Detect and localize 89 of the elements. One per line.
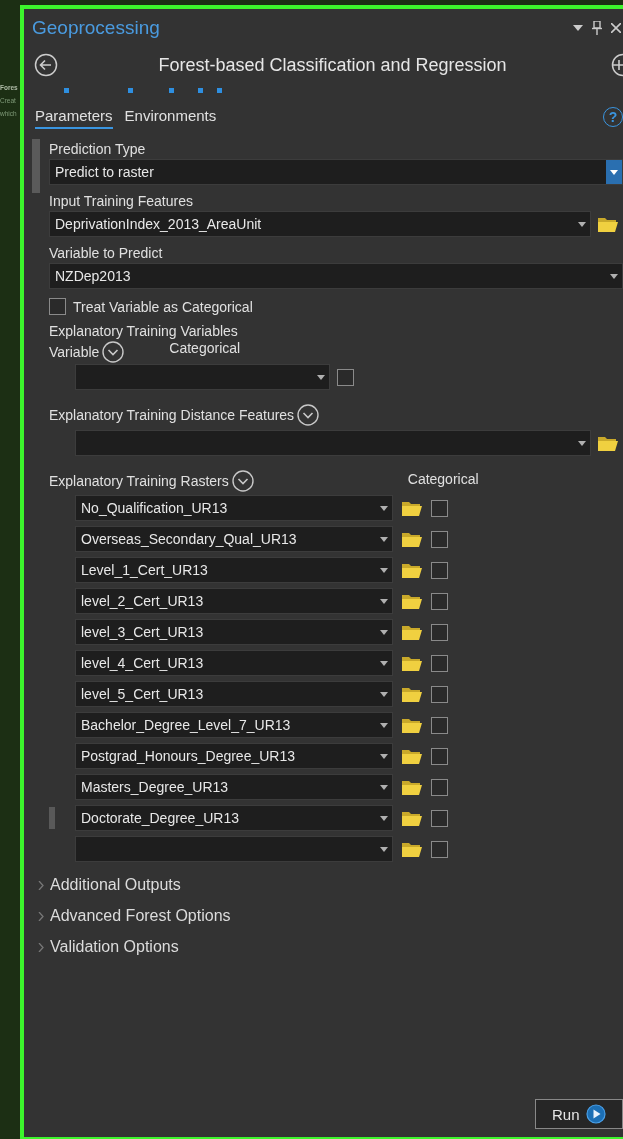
checkbox[interactable] [431, 623, 448, 641]
dropdown-field[interactable]: Masters_Degree_UR13 [75, 774, 393, 800]
checkbox-label: Treat Variable as Categorical [73, 298, 253, 315]
folder-icon[interactable] [401, 840, 423, 858]
parameter-label: Prediction Type [49, 140, 147, 157]
close-icon[interactable] [611, 23, 621, 33]
dropdown-field[interactable]: Postgrad_Honours_Degree_UR13 [75, 743, 393, 769]
folder-icon[interactable] [401, 685, 423, 703]
checkbox[interactable] [431, 840, 448, 858]
checkbox[interactable] [49, 298, 66, 315]
section-header[interactable]: Additional Outputs [50, 876, 181, 894]
caret-icon [380, 567, 388, 573]
caret-icon [380, 815, 388, 821]
caret-icon [380, 753, 388, 759]
checkbox[interactable] [431, 530, 448, 548]
tab[interactable]: Environments [124, 107, 217, 129]
dropdown-field[interactable]: level_4_Cert_UR13 [75, 650, 393, 676]
dropdown-field[interactable] [75, 430, 591, 456]
folder-icon[interactable] [401, 561, 423, 579]
column-header: Variable [49, 344, 100, 360]
checkbox[interactable] [431, 809, 448, 827]
tool-title: Forest-based Classification and Regression [157, 54, 508, 76]
expand-icon[interactable] [297, 404, 320, 426]
caret-icon [380, 598, 388, 604]
dropdown-field[interactable]: level_2_Cert_UR13 [75, 588, 393, 614]
folder-icon[interactable] [401, 654, 423, 672]
dropdown-field[interactable]: No_Qualification_UR13 [75, 495, 393, 521]
checkbox[interactable] [431, 778, 448, 796]
caret-icon[interactable] [573, 25, 583, 31]
folder-icon[interactable] [401, 623, 423, 641]
caret-icon [380, 846, 388, 852]
section-header[interactable]: Validation Options [50, 938, 179, 956]
caret-icon [578, 440, 586, 446]
column-header: Categorical [407, 471, 479, 487]
folder-icon[interactable] [401, 530, 423, 548]
caret-icon [380, 784, 388, 790]
dropdown-field[interactable]: level_3_Cert_UR13 [75, 619, 393, 645]
caret-icon [380, 505, 388, 511]
parameter-label: Explanatory Training Variables [49, 322, 239, 339]
run-button[interactable]: Run [535, 1099, 623, 1129]
caret-icon [610, 273, 618, 279]
caret-icon [610, 169, 618, 175]
checkbox[interactable] [337, 368, 354, 386]
folder-icon[interactable] [401, 716, 423, 734]
expand-icon[interactable] [102, 341, 125, 363]
caret-icon [380, 536, 388, 542]
section-header[interactable]: Advanced Forest Options [50, 907, 231, 925]
folder-icon[interactable] [597, 215, 619, 233]
checkbox[interactable] [431, 685, 448, 703]
folder-icon[interactable] [401, 592, 423, 610]
checkbox[interactable] [431, 716, 448, 734]
tab[interactable]: Parameters [35, 107, 113, 129]
parameter-label: Variable to Predict [49, 244, 164, 261]
dropdown-field[interactable]: Doctorate_Degree_UR13 [75, 805, 393, 831]
caret-icon [380, 660, 388, 666]
pane-title: Geoprocessing [32, 17, 161, 39]
parameter-label: Input Training Features [49, 192, 194, 209]
caret-icon [380, 629, 388, 635]
checkbox[interactable] [431, 654, 448, 672]
caret-icon [380, 691, 388, 697]
dropdown-field[interactable] [75, 364, 330, 390]
parameter-label: Explanatory Training Rasters [49, 473, 229, 489]
folder-icon[interactable] [401, 747, 423, 765]
folder-icon[interactable] [401, 809, 423, 827]
column-header: Categorical [169, 340, 241, 356]
checkbox[interactable] [431, 592, 448, 610]
dropdown-field[interactable]: Predict to raster [49, 159, 623, 185]
folder-icon[interactable] [401, 778, 423, 796]
dropdown-field[interactable]: DeprivationIndex_2013_AreaUnit [49, 211, 591, 237]
folder-icon[interactable] [597, 434, 619, 452]
parameter-label: Explanatory Training Distance Features [49, 407, 295, 423]
caret-icon [317, 374, 325, 380]
checkbox[interactable] [431, 561, 448, 579]
checkbox[interactable] [431, 747, 448, 765]
caret-icon [380, 722, 388, 728]
expand-icon[interactable] [231, 470, 254, 492]
dropdown-field[interactable]: Level_1_Cert_UR13 [75, 557, 393, 583]
play-icon [585, 1104, 606, 1124]
dropdown-field[interactable]: Bachelor_Degree_Level_7_UR13 [75, 712, 393, 738]
dropdown-field[interactable] [75, 836, 393, 862]
back-icon[interactable] [34, 53, 58, 77]
checkbox[interactable] [431, 499, 448, 517]
progress-dots-icon [64, 88, 224, 94]
pin-icon[interactable] [592, 21, 602, 35]
dropdown-field[interactable]: level_5_Cert_UR13 [75, 681, 393, 707]
dropdown-field[interactable]: NZDep2013 [49, 263, 623, 289]
caret-icon [578, 221, 586, 227]
folder-icon[interactable] [401, 499, 423, 517]
dropdown-field[interactable]: Overseas_Secondary_Qual_UR13 [75, 526, 393, 552]
